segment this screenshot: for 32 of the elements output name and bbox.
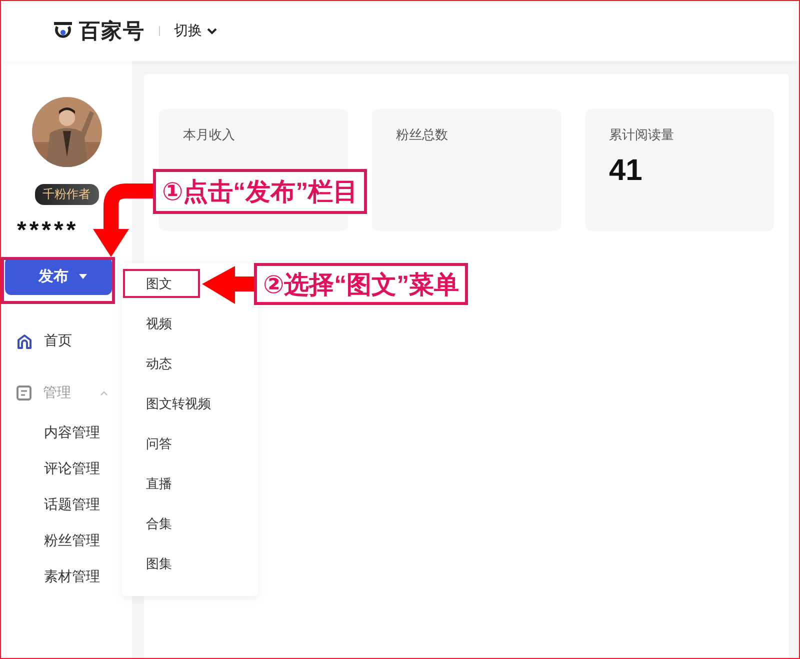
nav-subitem[interactable]: 内容管理 <box>1 421 132 445</box>
stat-value: 41 <box>609 154 644 188</box>
home-icon <box>16 332 33 350</box>
switch-dropdown[interactable]: 切换 <box>174 22 217 40</box>
logo-icon <box>53 21 73 41</box>
nav-subitem[interactable]: 话题管理 <box>1 493 132 517</box>
publish-button[interactable]: 发布 <box>5 257 112 295</box>
menu-item[interactable]: 图集 <box>146 553 172 575</box>
document-icon <box>16 385 32 401</box>
stat-label: 本月收入 <box>183 126 236 144</box>
menu-item[interactable]: 视频 <box>146 313 172 335</box>
callout-label: ②选择“图文”菜单 <box>254 263 468 305</box>
menu-item[interactable]: 动态 <box>146 353 172 375</box>
stat-label: 累计阅读量 <box>609 126 675 144</box>
logo-text: 百家号 <box>79 18 145 45</box>
chevron-up-icon <box>100 390 108 396</box>
arrow <box>202 266 254 304</box>
callout-label: ①点击“发布”栏目 <box>153 169 368 214</box>
menu-item[interactable]: 问答 <box>146 433 172 455</box>
fan-level-badge: 千粉作者 <box>34 184 98 205</box>
menu-item[interactable]: 直播 <box>146 473 172 495</box>
menu-item[interactable]: 图文 <box>146 273 172 295</box>
menu-item[interactable]: 合集 <box>146 513 172 535</box>
menu-item[interactable]: 图文转视频 <box>146 393 211 415</box>
stat-label: 粉丝总数 <box>396 126 449 144</box>
caret-icon <box>78 274 86 278</box>
nav-subitem[interactable]: 素材管理 <box>1 565 132 589</box>
nav-subitem[interactable]: 评论管理 <box>1 457 132 481</box>
chevron-down-icon <box>207 28 217 34</box>
nav-item[interactable]: 首页 <box>1 329 132 353</box>
user-name: ***** <box>17 217 79 245</box>
nav-subitem[interactable]: 粉丝管理 <box>1 529 132 553</box>
